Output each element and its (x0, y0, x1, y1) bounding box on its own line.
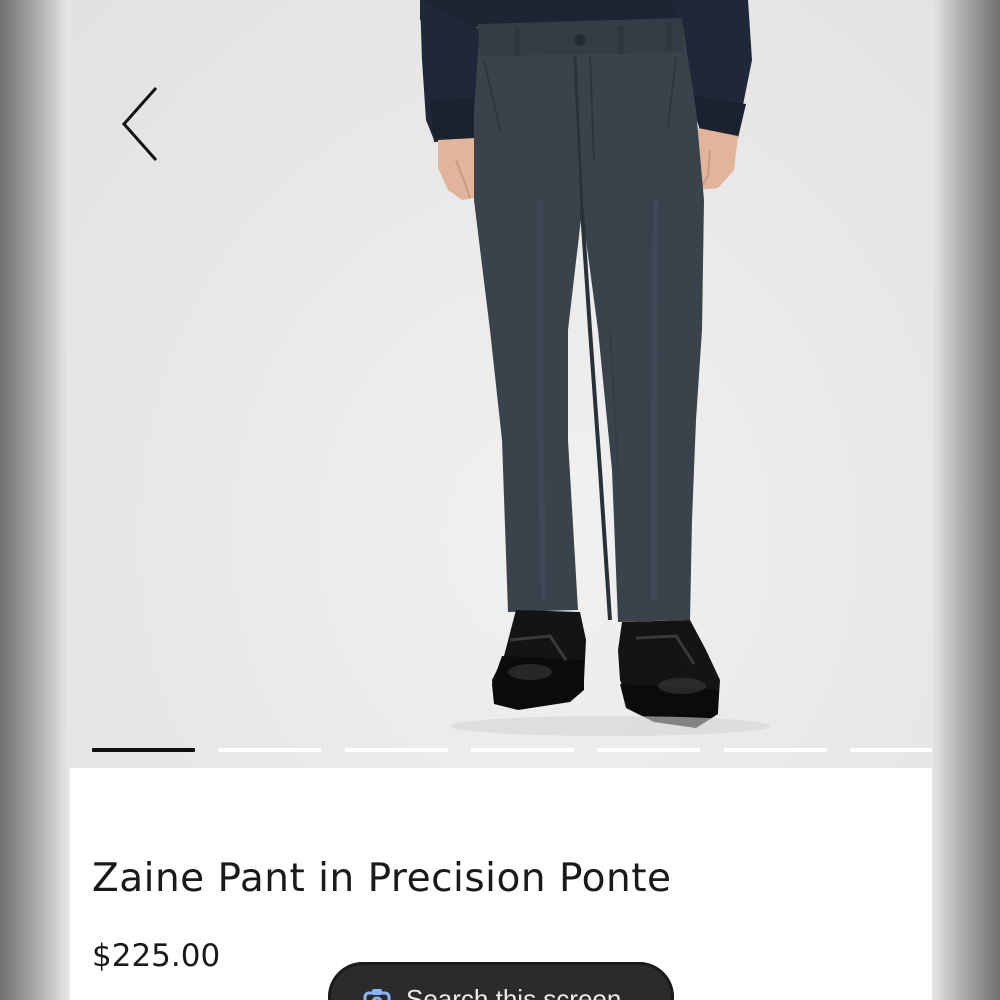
lens-search-icon (363, 989, 391, 1000)
back-button[interactable] (112, 80, 172, 170)
product-info: Zaine Pant in Precision Ponte $225.00 Se… (70, 768, 932, 1000)
gallery-dot-4[interactable] (471, 748, 574, 752)
phone-frame: Zaine Pant in Precision Ponte $225.00 Se… (0, 0, 1000, 1000)
gallery-dot-6[interactable] (724, 748, 827, 752)
gallery-dot-3[interactable] (345, 748, 448, 752)
product-photo (420, 0, 770, 736)
product-title: Zaine Pant in Precision Ponte (92, 856, 672, 901)
search-this-screen-button[interactable]: Search this screen (328, 962, 674, 1000)
search-this-screen-label: Search this screen (406, 984, 622, 1000)
gallery-dot-2[interactable] (218, 748, 321, 752)
product-image-gallery[interactable] (70, 0, 932, 768)
product-price: $225.00 (92, 938, 221, 974)
chevron-left-icon (121, 87, 158, 161)
product-screen: Zaine Pant in Precision Ponte $225.00 Se… (70, 0, 932, 1000)
gallery-dot-1[interactable] (92, 748, 195, 752)
gallery-dot-5[interactable] (597, 748, 700, 752)
gallery-pagination (92, 748, 932, 754)
gallery-dot-7[interactable] (850, 748, 932, 752)
